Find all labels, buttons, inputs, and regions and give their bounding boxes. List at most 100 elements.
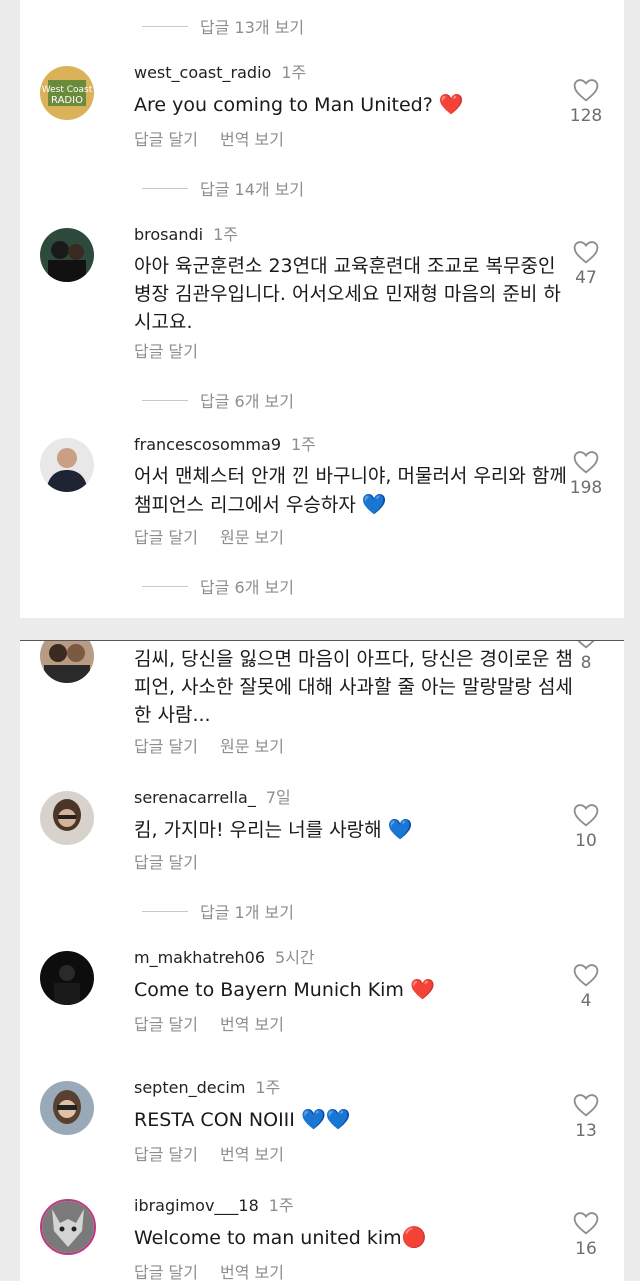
heart-outline-icon[interactable] bbox=[573, 640, 599, 649]
heart-outline-icon[interactable] bbox=[573, 450, 599, 474]
comment-body: 아아 육군훈련소 23연대 교육훈련대 조교로 복무중인 병장 김관우입니다. … bbox=[134, 255, 561, 333]
comment-item: brosandi 1주 아아 육군훈련소 23연대 교육훈련대 조교로 복무중인 … bbox=[40, 224, 624, 364]
username[interactable]: francescosomma9 bbox=[134, 435, 281, 454]
comment-actions: 답글 달기 원문 보기 bbox=[134, 733, 306, 757]
avatar[interactable] bbox=[40, 791, 94, 845]
avatar[interactable] bbox=[40, 641, 94, 683]
comment-body: RESTA CON NOIII bbox=[134, 1109, 295, 1131]
blue-heart-emoji: 💙💙 bbox=[300, 1107, 351, 1131]
username[interactable]: m_makhatreh06 bbox=[134, 948, 265, 967]
like-count: 10 bbox=[575, 831, 597, 851]
comment-text: Come to Bayern Munich Kim ❤️ bbox=[134, 975, 574, 1004]
comment-header: west_coast_radio 1주 bbox=[134, 62, 306, 84]
comments-panel-top: 답글 13개 보기 West Coast RADIO west_coast_rad… bbox=[20, 0, 624, 618]
heart-outline-icon[interactable] bbox=[573, 240, 599, 264]
see-original-button[interactable]: 원문 보기 bbox=[220, 528, 284, 547]
reply-button[interactable]: 답글 달기 bbox=[134, 1263, 198, 1281]
like-control[interactable]: 47 bbox=[566, 240, 606, 288]
like-control[interactable]: 128 bbox=[566, 78, 606, 126]
avatar[interactable] bbox=[40, 951, 94, 1005]
like-control[interactable]: 10 bbox=[566, 803, 606, 851]
comment-body: Come to Bayern Munich Kim bbox=[134, 979, 404, 1001]
comment-item: m_makhatreh06 5시간 Come to Bayern Munich K… bbox=[40, 947, 624, 1037]
comment-header: brosandi 1주 bbox=[134, 224, 238, 246]
reply-button[interactable]: 답글 달기 bbox=[134, 1145, 198, 1164]
like-count: 16 bbox=[575, 1239, 597, 1259]
comment-header: m_makhatreh06 5시간 bbox=[134, 947, 315, 969]
comment-time: 1주 bbox=[255, 1078, 281, 1097]
comment-header: serenacarrella_ 7일 bbox=[134, 787, 291, 809]
comment-time: 1주 bbox=[281, 63, 307, 82]
like-control[interactable]: 4 bbox=[566, 963, 606, 1011]
red-circle-emoji: 🔴 bbox=[401, 1225, 427, 1249]
avatar[interactable] bbox=[40, 438, 94, 492]
heart-outline-icon[interactable] bbox=[573, 1093, 599, 1117]
divider bbox=[142, 187, 188, 189]
avatar[interactable] bbox=[40, 1081, 94, 1135]
divider bbox=[142, 585, 188, 587]
like-control[interactable]: 13 bbox=[566, 1093, 606, 1141]
view-replies-link[interactable]: 답글 1개 보기 bbox=[142, 897, 294, 925]
comment-actions: 답글 달기 번역 보기 bbox=[134, 126, 306, 150]
like-count: 13 bbox=[575, 1121, 597, 1141]
heart-outline-icon[interactable] bbox=[573, 78, 599, 102]
divider bbox=[142, 399, 188, 401]
avatar[interactable] bbox=[40, 228, 94, 282]
blue-heart-emoji: 💙 bbox=[387, 817, 413, 841]
comment-text: 어서 맨체스터 안개 낀 바구니야, 머물러서 우리와 함께 챔피언스 리그에서… bbox=[134, 462, 574, 519]
comment-header: francescosomma9 1주 bbox=[134, 434, 316, 456]
comment-header: ibragimov___18 1주 bbox=[134, 1195, 294, 1217]
translate-button[interactable]: 번역 보기 bbox=[220, 1015, 284, 1034]
heart-emoji: ❤️ bbox=[410, 977, 435, 1001]
svg-text:West Coast: West Coast bbox=[42, 85, 93, 95]
comment-time: 1주 bbox=[213, 225, 238, 244]
comment-item: West Coast RADIO west_coast_radio 1주 Are y… bbox=[40, 62, 624, 154]
reply-button[interactable]: 답글 달기 bbox=[134, 1015, 198, 1034]
view-replies-link[interactable]: 답글 14개 보기 bbox=[142, 174, 304, 202]
avatar[interactable]: West Coast RADIO bbox=[40, 66, 94, 120]
heart-outline-icon[interactable] bbox=[573, 803, 599, 827]
see-original-button[interactable]: 원문 보기 bbox=[220, 737, 284, 756]
avatar[interactable] bbox=[40, 1199, 96, 1255]
comment-text: RESTA CON NOIII 💙💙 bbox=[134, 1105, 574, 1134]
comment-body: 어서 맨체스터 안개 낀 바구니야, 머물러서 우리와 함께 챔피언스 리그에서… bbox=[134, 465, 567, 516]
comment-actions: 답글 달기 번역 보기 bbox=[134, 1259, 306, 1281]
view-replies-label: 답글 13개 보기 bbox=[200, 18, 305, 37]
view-replies-label: 답글 6개 보기 bbox=[200, 578, 294, 597]
reply-button[interactable]: 답글 달기 bbox=[134, 130, 198, 149]
translate-button[interactable]: 번역 보기 bbox=[220, 1145, 284, 1164]
username[interactable]: septen_decim bbox=[134, 1078, 245, 1097]
like-control[interactable]: 8 bbox=[566, 640, 606, 673]
view-replies-link[interactable]: 답글 6개 보기 bbox=[142, 572, 294, 600]
like-count: 4 bbox=[580, 991, 592, 1011]
like-count: 8 bbox=[580, 653, 592, 673]
heart-outline-icon[interactable] bbox=[573, 1211, 599, 1235]
svg-text:RADIO: RADIO bbox=[51, 95, 83, 106]
reply-button[interactable]: 답글 달기 bbox=[134, 853, 198, 872]
reply-button[interactable]: 답글 달기 bbox=[134, 528, 198, 547]
reply-button[interactable]: 답글 달기 bbox=[134, 737, 198, 756]
comment-item: francescosomma9 1주 어서 맨체스터 안개 낀 바구니야, 머물러… bbox=[40, 434, 624, 554]
translate-button[interactable]: 번역 보기 bbox=[220, 130, 284, 149]
view-replies-link[interactable]: 답글 6개 보기 bbox=[142, 386, 294, 414]
comment-actions: 답글 달기 원문 보기 bbox=[134, 524, 306, 548]
comment-text: Welcome to man united kim🔴 bbox=[134, 1223, 574, 1252]
like-control[interactable]: 198 bbox=[566, 450, 606, 498]
like-control[interactable]: 16 bbox=[566, 1211, 606, 1259]
comment-body: Welcome to man united kim bbox=[134, 1227, 402, 1249]
view-replies-link[interactable]: 답글 13개 보기 bbox=[142, 12, 304, 40]
view-replies-label: 답글 1개 보기 bbox=[200, 903, 294, 922]
username[interactable]: brosandi bbox=[134, 225, 203, 244]
username[interactable]: ibragimov___18 bbox=[134, 1196, 259, 1215]
comment-actions: 답글 달기 번역 보기 bbox=[134, 1011, 306, 1035]
comment-text: 아아 육군훈련소 23연대 교육훈련대 조교로 복무중인 병장 김관우입니다. … bbox=[134, 252, 574, 336]
translate-button[interactable]: 번역 보기 bbox=[220, 1263, 284, 1281]
username[interactable]: west_coast_radio bbox=[134, 63, 271, 82]
heart-outline-icon[interactable] bbox=[573, 963, 599, 987]
reply-button[interactable]: 답글 달기 bbox=[134, 342, 198, 361]
username[interactable]: serenacarrella_ bbox=[134, 788, 256, 807]
view-replies-label: 답글 6개 보기 bbox=[200, 392, 294, 411]
comments-panel-bottom: 김씨, 당신을 잃으면 마음이 아프다, 당신은 경이로운 챔피언, 사소한 잘… bbox=[20, 640, 624, 1281]
view-replies-label: 답글 14개 보기 bbox=[200, 180, 305, 199]
divider bbox=[142, 910, 188, 912]
